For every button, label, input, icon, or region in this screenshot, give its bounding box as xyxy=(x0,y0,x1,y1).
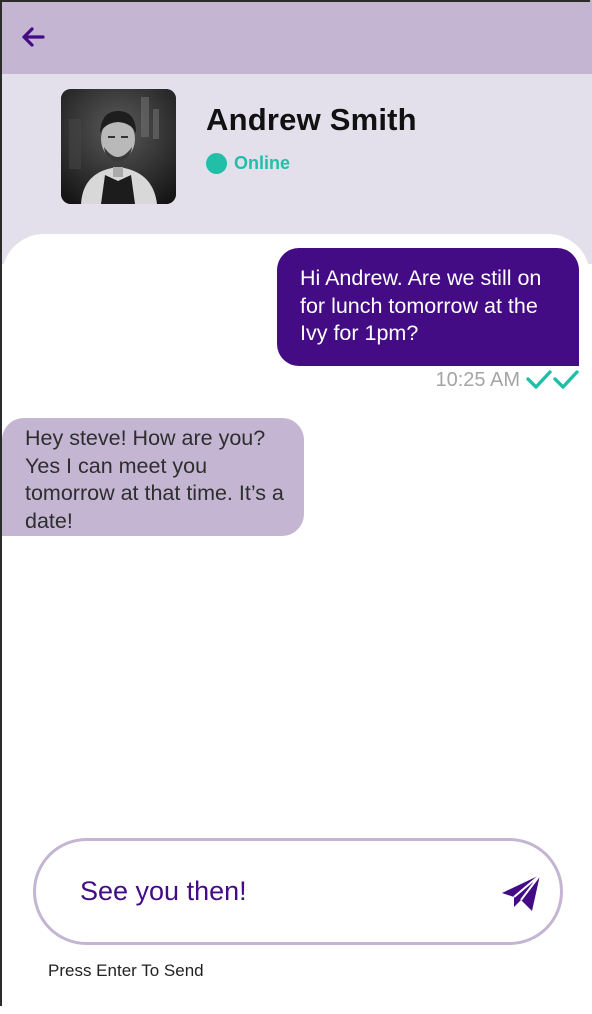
message-composer xyxy=(33,838,563,945)
paper-plane-icon xyxy=(502,874,541,911)
back-button[interactable] xyxy=(18,22,48,52)
double-check-icon xyxy=(526,370,579,389)
online-dot-icon xyxy=(206,153,227,174)
message-meta: 10:25 AM xyxy=(435,368,580,392)
incoming-message-bubble: Hey steve! How are you? Yes I can meet y… xyxy=(2,418,304,536)
send-button[interactable] xyxy=(500,873,542,913)
message-input[interactable] xyxy=(80,869,470,913)
status-indicator: Online xyxy=(206,153,290,174)
outgoing-message-bubble: Hi Andrew. Are we still on for lunch tom… xyxy=(277,248,579,366)
arrow-left-icon xyxy=(22,27,45,47)
message-time: 10:25 AM xyxy=(435,368,520,391)
avatar[interactable] xyxy=(61,89,176,204)
send-hint: Press Enter To Send xyxy=(48,961,204,980)
status-text: Online xyxy=(234,153,291,173)
contact-name: Andrew Smith xyxy=(206,102,417,137)
top-bar xyxy=(0,0,592,74)
